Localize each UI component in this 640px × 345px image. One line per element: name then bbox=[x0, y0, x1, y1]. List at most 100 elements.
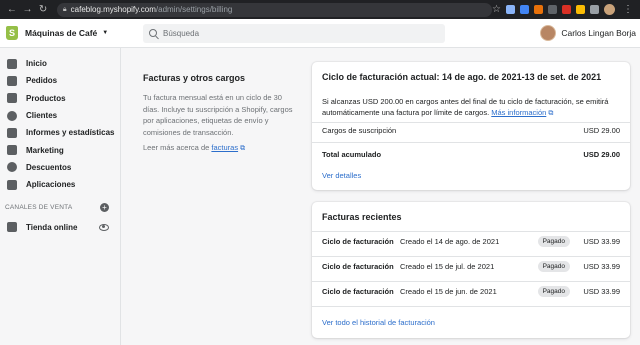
extension-icon[interactable] bbox=[562, 5, 572, 14]
extension-icon[interactable] bbox=[520, 5, 530, 14]
invoice-label: Ciclo de facturación bbox=[322, 262, 394, 271]
card-title: Facturas recientes bbox=[322, 212, 402, 222]
apps-icon bbox=[7, 179, 17, 190]
sidebar-item-descuentos[interactable]: Descuentos bbox=[0, 159, 120, 176]
sidebar-item-label: Pedidos bbox=[26, 76, 58, 86]
sidebar-item-label: Marketing bbox=[26, 145, 64, 155]
search-input[interactable]: Búsqueda bbox=[143, 23, 445, 43]
divider bbox=[312, 122, 630, 123]
eye-icon[interactable] bbox=[99, 223, 109, 231]
admin-topbar: S Máquinas de Café ▼ Búsqueda Carlos Lin… bbox=[0, 19, 640, 48]
sidebar-item-marketing[interactable]: Marketing bbox=[0, 141, 120, 158]
invoice-date: Creado el 14 de ago. de 2021 bbox=[400, 237, 500, 246]
external-link-icon: ⧉ bbox=[240, 145, 246, 152]
divider bbox=[312, 256, 630, 257]
store-icon bbox=[7, 222, 17, 233]
card-title: Ciclo de facturación actual: 14 de ago. … bbox=[322, 72, 602, 82]
sidebar-item-label: Aplicaciones bbox=[26, 180, 76, 190]
url-path: /admin/settings/billing bbox=[155, 5, 233, 14]
user-name: Carlos Lingan Borja bbox=[561, 28, 636, 38]
sidebar-item-online-store[interactable]: Tienda online bbox=[0, 218, 120, 235]
sidebar-item-inicio[interactable]: Inicio bbox=[0, 55, 120, 72]
orders-icon bbox=[7, 75, 17, 86]
avatar bbox=[540, 25, 557, 41]
sales-channels-heading: CANALES DE VENTA + bbox=[0, 203, 120, 213]
status-badge: Pagado bbox=[537, 236, 570, 247]
sidebar-item-label: Descuentos bbox=[26, 162, 72, 172]
view-details-link[interactable]: Ver detalles bbox=[322, 171, 361, 180]
shopify-logo-icon: S bbox=[6, 26, 18, 40]
channels-heading-label: CANALES DE VENTA bbox=[5, 204, 73, 212]
subscription-row: Cargos de suscripción USD 29.00 bbox=[322, 126, 620, 135]
invoice-row[interactable]: Ciclo de facturación Creado el 15 de jul… bbox=[322, 261, 620, 272]
forward-arrow-icon[interactable]: → bbox=[20, 4, 36, 15]
subscription-label: Cargos de suscripción bbox=[322, 126, 397, 135]
charge-limit-body: Si alcanzas USD 200.00 en cargos antes d… bbox=[322, 97, 609, 117]
sidebar: Inicio Pedidos Productos Clientes Inform… bbox=[0, 48, 121, 345]
extension-icon[interactable] bbox=[576, 5, 586, 14]
sidebar-item-informes[interactable]: Informes y estadísticas bbox=[0, 124, 120, 141]
reload-icon[interactable]: ↻ bbox=[35, 4, 51, 15]
invoice-row[interactable]: Ciclo de facturación Creado el 15 de jun… bbox=[322, 286, 620, 297]
extension-icon[interactable] bbox=[548, 5, 558, 14]
chart-icon bbox=[7, 127, 17, 138]
invoice-date: Creado el 15 de jul. de 2021 bbox=[400, 262, 495, 271]
invoice-amount: USD 33.99 bbox=[583, 262, 620, 271]
address-bar[interactable]: 🔒︎ cafeblog.myshopify.com/admin/settings… bbox=[56, 2, 493, 17]
person-icon bbox=[7, 110, 17, 121]
charge-limit-text: Si alcanzas USD 200.00 en cargos antes d… bbox=[322, 96, 622, 119]
invoice-row[interactable]: Ciclo de facturación Creado el 14 de ago… bbox=[322, 236, 620, 247]
billing-section-title: Facturas y otros cargos bbox=[143, 73, 246, 83]
learn-more-text: Leer más acerca de facturas ⧉ bbox=[143, 143, 245, 153]
extension-icon[interactable] bbox=[534, 5, 544, 14]
bookmark-star-icon[interactable]: ☆ bbox=[492, 4, 501, 15]
invoice-amount: USD 33.99 bbox=[583, 287, 620, 296]
search-placeholder: Búsqueda bbox=[163, 28, 200, 38]
sidebar-item-productos[interactable]: Productos bbox=[0, 90, 120, 107]
current-billing-cycle-card: Ciclo de facturación actual: 14 de ago. … bbox=[312, 62, 630, 190]
total-label: Total acumulado bbox=[322, 150, 382, 159]
store-name: Máquinas de Café bbox=[25, 28, 98, 38]
search-icon bbox=[149, 29, 157, 37]
invoice-label: Ciclo de facturación bbox=[322, 287, 394, 296]
divider bbox=[312, 281, 630, 282]
status-badge: Pagado bbox=[537, 286, 570, 297]
extension-icon[interactable] bbox=[506, 5, 516, 14]
invoice-label: Ciclo de facturación bbox=[322, 237, 394, 246]
invoice-amount: USD 33.99 bbox=[583, 237, 620, 246]
add-channel-icon[interactable]: + bbox=[100, 203, 109, 213]
puzzle-icon[interactable] bbox=[590, 5, 600, 14]
billing-section-description: Tu factura mensual está en un ciclo de 3… bbox=[143, 93, 293, 138]
sidebar-item-clientes[interactable]: Clientes bbox=[0, 107, 120, 124]
external-link-icon: ⧉ bbox=[548, 110, 554, 117]
back-arrow-icon[interactable]: ← bbox=[4, 4, 20, 15]
invoices-link[interactable]: facturas bbox=[211, 143, 238, 152]
url-host: cafeblog.myshopify.com bbox=[70, 5, 156, 14]
sidebar-item-label: Inicio bbox=[26, 59, 47, 69]
browser-profile-avatar[interactable] bbox=[604, 4, 616, 15]
sidebar-item-label: Clientes bbox=[26, 111, 58, 121]
total-row: Total acumulado USD 29.00 bbox=[322, 150, 620, 159]
divider bbox=[312, 142, 630, 143]
view-billing-history-link[interactable]: Ver todo el historial de facturación bbox=[322, 318, 435, 327]
user-menu[interactable]: Carlos Lingan Borja bbox=[540, 25, 640, 41]
status-badge: Pagado bbox=[537, 261, 570, 272]
sidebar-item-aplicaciones[interactable]: Aplicaciones bbox=[0, 176, 120, 193]
learn-more-prefix: Leer más acerca de bbox=[143, 143, 210, 152]
store-switcher[interactable]: S Máquinas de Café ▼ bbox=[0, 26, 143, 40]
divider bbox=[312, 231, 630, 232]
megaphone-icon bbox=[7, 145, 17, 156]
caret-down-icon: ▼ bbox=[102, 30, 109, 36]
divider bbox=[312, 306, 630, 307]
browser-toolbar: ← → ↻ 🔒︎ cafeblog.myshopify.com/admin/se… bbox=[0, 0, 640, 19]
invoice-date: Creado el 15 de jun. de 2021 bbox=[400, 287, 497, 296]
tag-icon bbox=[7, 93, 17, 104]
discount-icon bbox=[7, 162, 17, 173]
more-info-link[interactable]: Más información bbox=[491, 108, 546, 117]
subscription-amount: USD 29.00 bbox=[583, 126, 620, 135]
lock-icon: 🔒︎ bbox=[62, 5, 67, 13]
sidebar-item-pedidos[interactable]: Pedidos bbox=[0, 72, 120, 89]
total-amount: USD 29.00 bbox=[583, 150, 620, 159]
sidebar-item-label: Informes y estadísticas bbox=[26, 128, 115, 138]
browser-menu-icon[interactable]: ⋮ bbox=[620, 4, 636, 15]
